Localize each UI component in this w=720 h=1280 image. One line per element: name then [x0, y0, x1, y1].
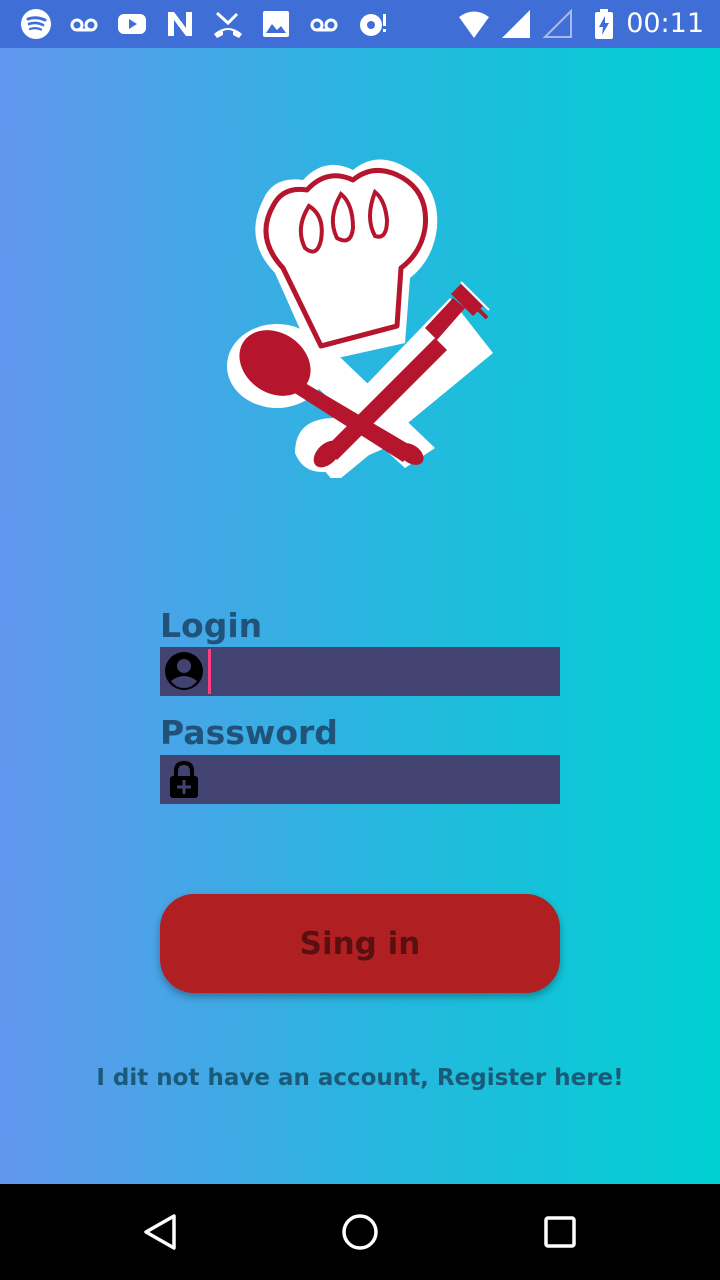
password-input[interactable] [208, 755, 560, 804]
login-label: Login [160, 606, 263, 645]
cell-signal-empty-icon [542, 8, 572, 38]
sign-in-button[interactable]: Sing in [160, 894, 560, 993]
login-screen: Login Password Sing in I dit not have an… [0, 48, 720, 1184]
login-input[interactable] [208, 647, 560, 696]
navigation-bar [0, 1184, 720, 1280]
voicemail-icon [310, 18, 338, 32]
password-label: Password [160, 713, 338, 752]
status-bar: 00:11 [0, 0, 720, 48]
youtube-icon [118, 14, 146, 34]
spotify-icon [21, 9, 51, 39]
wifi-icon [459, 11, 489, 38]
password-field[interactable] [160, 755, 560, 804]
register-link[interactable]: I dit not have an account, Register here… [0, 1065, 720, 1091]
login-field[interactable] [160, 647, 560, 696]
missed-call-icon [214, 11, 242, 38]
sync-icon [360, 14, 386, 36]
account-circle-icon [165, 652, 203, 690]
back-icon[interactable] [136, 1208, 184, 1256]
chef-hat-spoon-fork-logo [227, 159, 493, 478]
image-icon [263, 11, 289, 37]
clock: 00:11 [626, 8, 704, 39]
recents-icon[interactable] [536, 1208, 584, 1256]
n-app-icon [168, 12, 192, 36]
lock-plus-icon [170, 760, 198, 798]
home-icon[interactable] [336, 1208, 384, 1256]
cell-signal-icon [502, 10, 530, 38]
battery-charging-icon [595, 9, 613, 39]
voicemail-icon [70, 18, 98, 32]
